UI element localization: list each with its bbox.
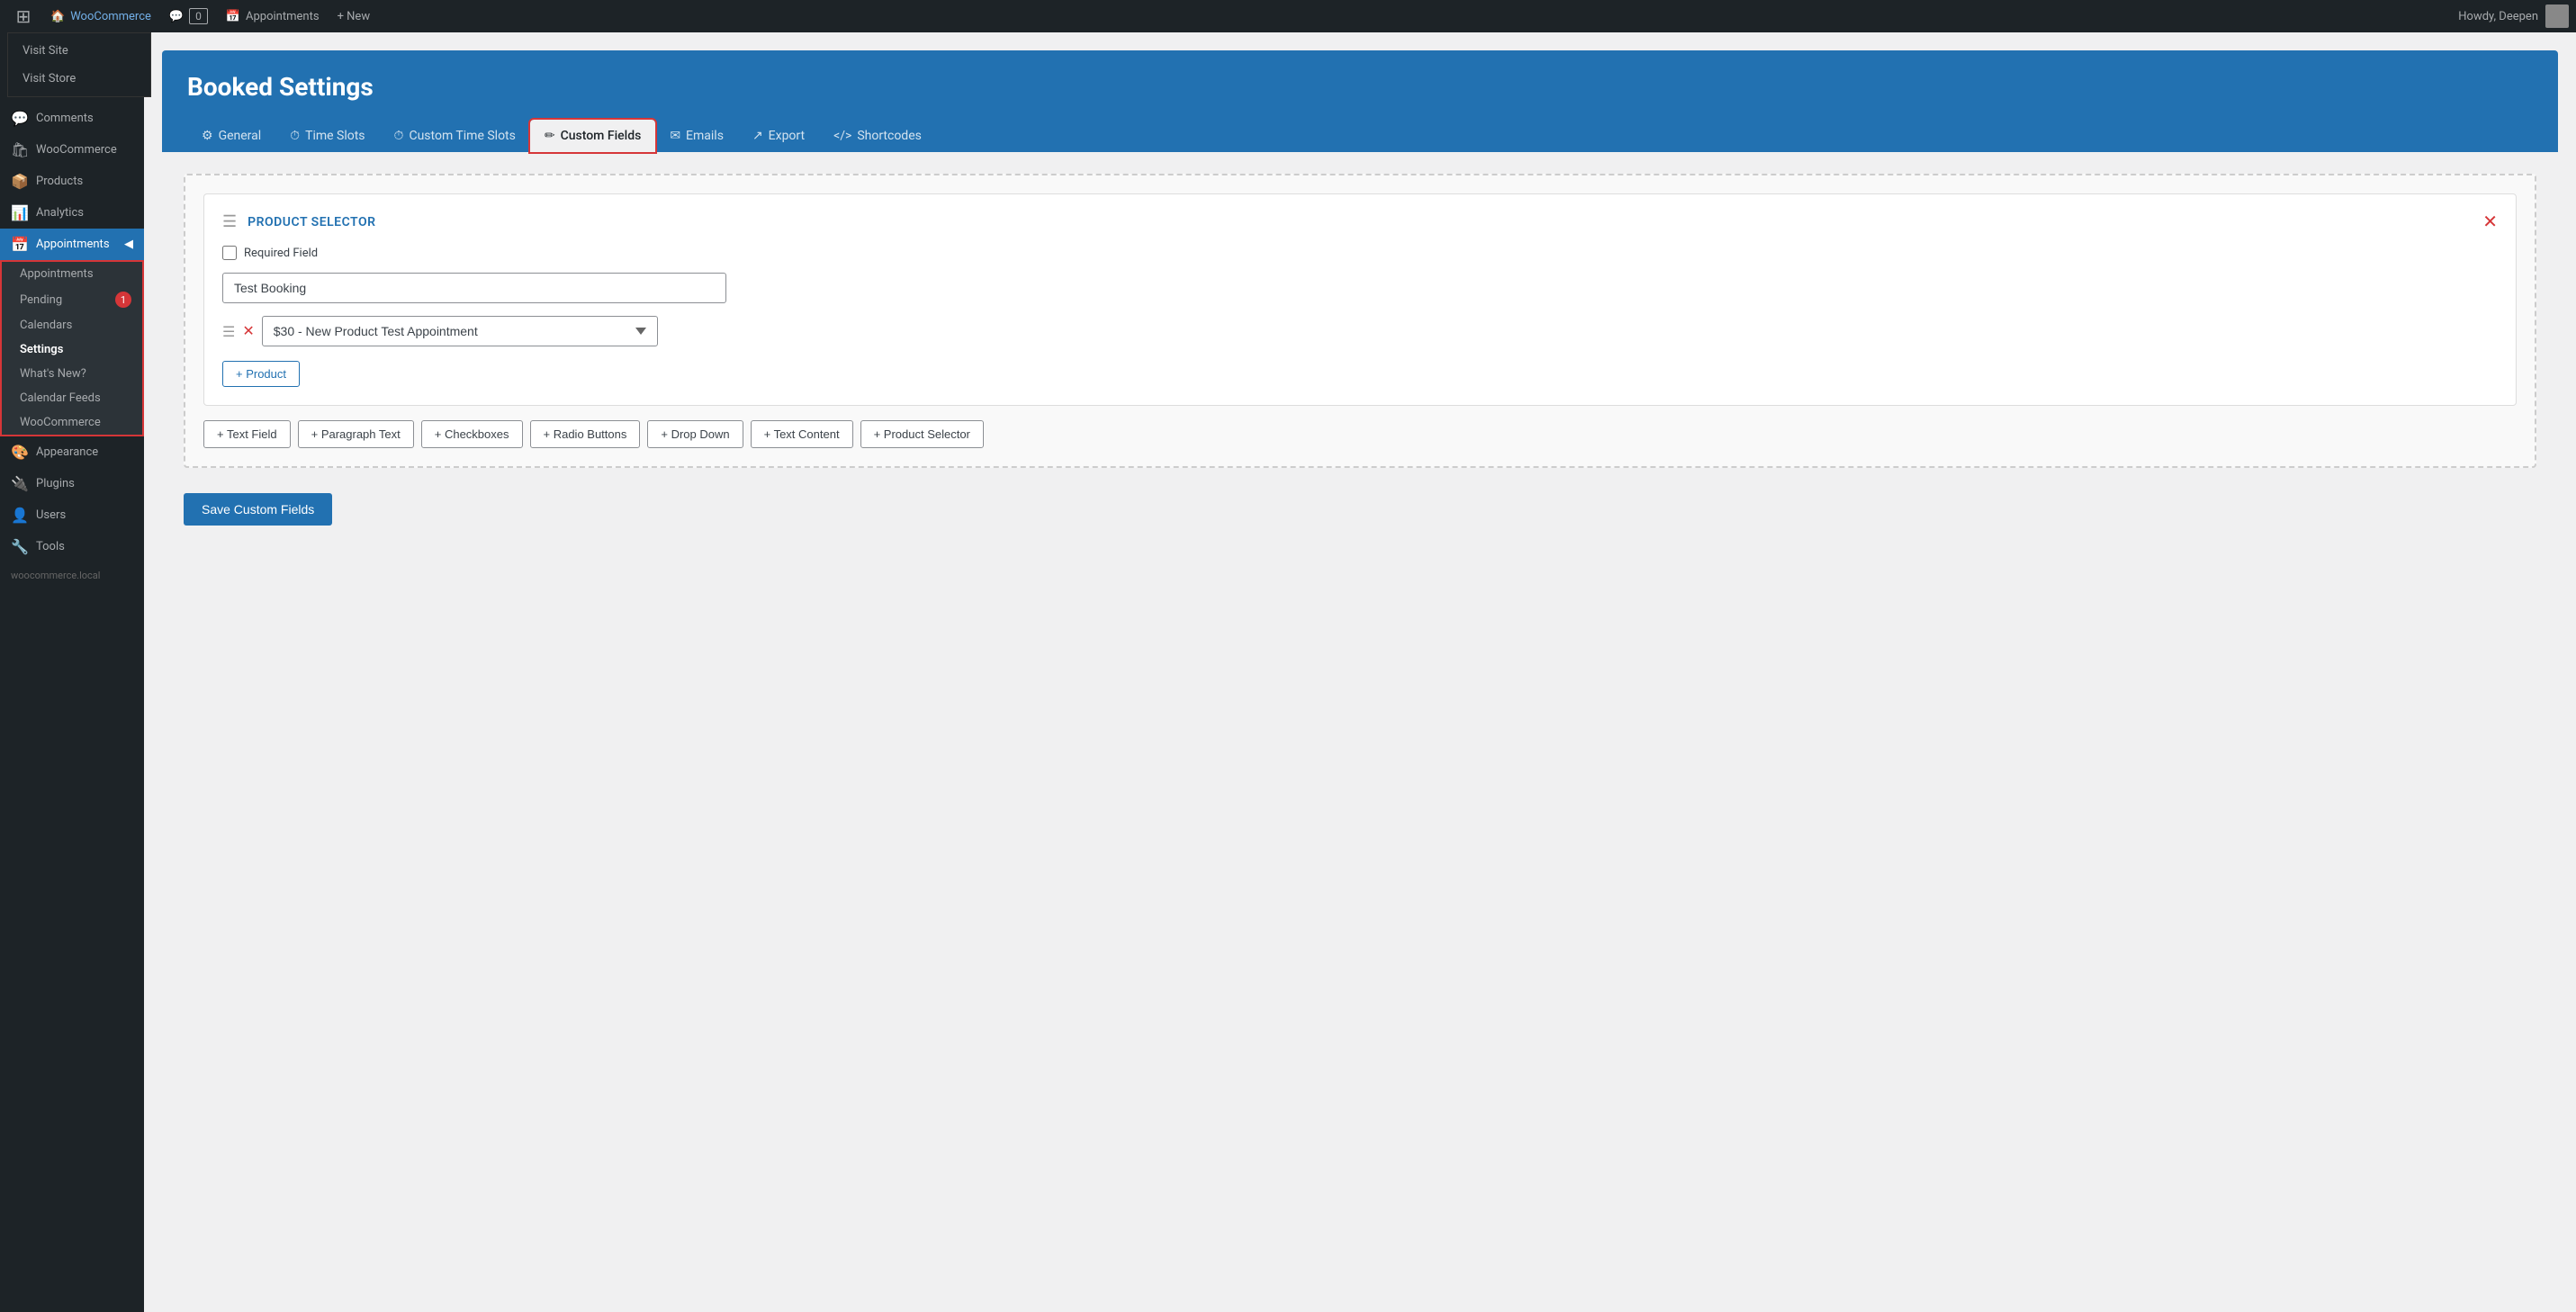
topbar-home-icon: 🏠 (50, 10, 65, 23)
page-tabs: ⚙ General ⏱ Time Slots ⏱ Custom Time Slo… (187, 120, 2533, 152)
required-field-label: Required Field (244, 247, 318, 260)
appointments-icon: 📅 (11, 236, 29, 253)
field-card-header: ☰ PRODUCT SELECTOR ✕ (222, 212, 2498, 231)
avatar (2545, 4, 2569, 28)
submenu-pending[interactable]: Pending 1 (2, 286, 142, 313)
drag-handle-icon[interactable]: ☰ (222, 212, 237, 231)
sidebar-item-comments[interactable]: 💬 Comments (0, 103, 144, 134)
email-icon: ✉ (670, 129, 680, 143)
comment-icon: 💬 (169, 10, 184, 23)
visit-site-link[interactable]: Visit Site (8, 37, 150, 65)
submenu-calendar-feeds[interactable]: Calendar Feeds (2, 386, 142, 410)
add-checkboxes-button[interactable]: + Checkboxes (421, 420, 523, 448)
shortcodes-icon: </> (833, 129, 851, 143)
wp-logo[interactable]: ⊞ Visit Site Visit Store (7, 0, 40, 32)
comment-count-badge: 0 (189, 8, 208, 24)
add-text-content-button[interactable]: + Text Content (751, 420, 853, 448)
tools-icon: 🔧 (11, 538, 29, 555)
topbar-site-name[interactable]: 🏠 WooCommerce (43, 0, 158, 32)
products-icon: 📦 (11, 173, 29, 190)
wp-dropdown-menu: Visit Site Visit Store (7, 32, 151, 97)
save-custom-fields-button[interactable]: Save Custom Fields (184, 493, 332, 526)
sidebar: 🖼 Media 📄 Pages 💬 Comments 🛍 WooCommerce… (0, 32, 144, 1312)
required-field-row: Required Field (222, 246, 2498, 260)
howdy-text: Howdy, Deepen (2458, 10, 2538, 23)
field-name-input[interactable] (222, 273, 726, 303)
topbar-right: Howdy, Deepen (2458, 4, 2569, 28)
appointments-submenu: Appointments Pending 1 Calendars Setting… (0, 260, 144, 436)
woocommerce-icon: 🛍 (11, 141, 29, 158)
tab-custom-time-slots[interactable]: ⏱ Custom Time Slots (380, 120, 530, 152)
comments-icon: 💬 (11, 110, 29, 127)
tab-emails[interactable]: ✉ Emails (655, 120, 738, 152)
submenu-woocommerce[interactable]: WooCommerce (2, 410, 142, 435)
field-card-product-selector: ☰ PRODUCT SELECTOR ✕ Required Field ☰ ✕ … (203, 193, 2517, 406)
sidebar-item-appearance[interactable]: 🎨 Appearance (0, 436, 144, 468)
add-paragraph-text-button[interactable]: + Paragraph Text (298, 420, 414, 448)
content-area: ☰ PRODUCT SELECTOR ✕ Required Field ☰ ✕ … (162, 152, 2558, 547)
export-icon: ↗ (752, 129, 763, 143)
sidebar-footer: woocommerce.local (0, 562, 144, 589)
field-type-label: PRODUCT SELECTOR (248, 215, 2472, 229)
tab-export[interactable]: ↗ Export (738, 120, 819, 152)
tab-shortcodes[interactable]: </> Shortcodes (819, 120, 936, 152)
add-text-field-button[interactable]: + Text Field (203, 420, 291, 448)
plugins-icon: 🔌 (11, 475, 29, 492)
sidebar-item-users[interactable]: 👤 Users (0, 499, 144, 531)
main-content: Booked Settings ⚙ General ⏱ Time Slots ⏱… (144, 32, 2576, 1312)
add-field-buttons: + Text Field + Paragraph Text + Checkbox… (203, 420, 2517, 448)
clock2-icon: ⏱ (394, 129, 404, 143)
visit-store-link[interactable]: Visit Store (8, 65, 150, 93)
wp-logo-icon: ⊞ (16, 5, 32, 27)
sidebar-item-appointments[interactable]: 📅 Appointments ◀ (0, 229, 144, 260)
topbar-comments[interactable]: 💬 0 (162, 0, 215, 32)
close-field-button[interactable]: ✕ (2482, 213, 2498, 231)
sidebar-item-analytics[interactable]: 📊 Analytics (0, 197, 144, 229)
gear-icon: ⚙ (202, 129, 213, 143)
product-row: ☰ ✕ $30 - New Product Test Appointment (222, 316, 2498, 346)
product-drag-icon[interactable]: ☰ (222, 323, 235, 340)
analytics-icon: 📊 (11, 204, 29, 221)
add-product-button[interactable]: + Product (222, 361, 300, 387)
pending-badge: 1 (115, 292, 131, 308)
submenu-settings[interactable]: Settings (2, 337, 142, 362)
add-drop-down-button[interactable]: + Drop Down (647, 420, 743, 448)
product-select[interactable]: $30 - New Product Test Appointment (262, 316, 658, 346)
tab-time-slots[interactable]: ⏱ Time Slots (275, 120, 379, 152)
page-header: Booked Settings ⚙ General ⏱ Time Slots ⏱… (162, 50, 2558, 152)
submenu-appointments[interactable]: Appointments (2, 262, 142, 286)
custom-fields-container: ☰ PRODUCT SELECTOR ✕ Required Field ☰ ✕ … (184, 174, 2536, 468)
required-field-checkbox[interactable] (222, 246, 237, 260)
tab-general[interactable]: ⚙ General (187, 120, 275, 152)
sidebar-item-woocommerce[interactable]: 🛍 WooCommerce (0, 134, 144, 166)
submenu-whats-new[interactable]: What's New? (2, 362, 142, 386)
clock-icon: ⏱ (290, 129, 300, 143)
users-icon: 👤 (11, 507, 29, 524)
appearance-icon: 🎨 (11, 444, 29, 461)
appointments-arrow-icon: ◀ (124, 238, 133, 251)
sidebar-item-tools[interactable]: 🔧 Tools (0, 531, 144, 562)
add-radio-buttons-button[interactable]: + Radio Buttons (530, 420, 641, 448)
pencil-icon: ✏ (545, 129, 555, 143)
main-layout: 🖼 Media 📄 Pages 💬 Comments 🛍 WooCommerce… (0, 32, 2576, 1312)
topbar-appointments[interactable]: 📅 Appointments (219, 0, 327, 32)
topbar-new[interactable]: + New (330, 0, 378, 32)
sidebar-item-plugins[interactable]: 🔌 Plugins (0, 468, 144, 499)
add-product-selector-button[interactable]: + Product Selector (860, 420, 984, 448)
page-title: Booked Settings (187, 72, 2533, 102)
calendar-icon: 📅 (226, 10, 240, 23)
sidebar-item-products[interactable]: 📦 Products (0, 166, 144, 197)
tab-custom-fields[interactable]: ✏ Custom Fields (530, 120, 655, 152)
top-bar: ⊞ Visit Site Visit Store 🏠 WooCommerce 💬… (0, 0, 2576, 32)
submenu-calendars[interactable]: Calendars (2, 313, 142, 337)
product-remove-button[interactable]: ✕ (242, 322, 254, 340)
